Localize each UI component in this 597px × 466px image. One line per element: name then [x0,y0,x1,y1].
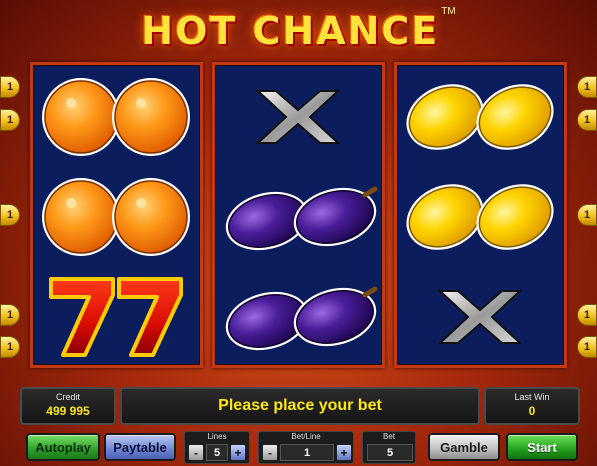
credit-value: 499 995 [46,404,90,418]
status-message: Please place your bet [218,397,382,414]
orange-icon [42,78,190,156]
reel-2-symbol-2 [215,165,382,265]
game-logo: HOT CHANCE TM [0,6,597,56]
bet-line-minus-button[interactable]: - [262,444,278,461]
reel-1-symbol-1 [33,65,200,165]
cross-icon [255,90,341,144]
reel-1-symbol-3 [33,265,200,365]
orange-icon [42,178,190,256]
cross-icon [437,290,523,344]
payline-badge-right-1[interactable]: 1 [577,76,597,98]
seven-icon [41,273,192,359]
autoplay-button[interactable]: Autoplay [26,433,100,461]
credit-panel: Credit 499 995 [20,387,116,425]
last-win-value: 0 [528,404,536,418]
bet-display: Bet 5 [362,431,416,464]
bet-per-line-control: Bet/Line - 1 + [258,431,354,464]
lemon-icon [406,184,554,250]
payline-badge-right-2[interactable]: 1 [577,109,597,131]
payline-badge-right-5[interactable]: 1 [577,336,597,358]
reel-3-symbol-3 [397,265,564,365]
reel-1 [30,62,203,368]
last-win-label: Last Win [514,392,550,402]
payline-badge-left-1[interactable]: 1 [0,76,20,98]
trademark: TM [441,6,456,17]
reel-3-symbol-2 [397,165,564,265]
reel-2-symbol-1 [215,65,382,165]
lines-value: 5 [206,444,228,461]
lines-control: Lines - 5 + [184,431,250,464]
bet-line-plus-button[interactable]: + [336,444,352,461]
message-panel: Please place your bet [120,387,480,425]
last-win-panel: Last Win 0 [484,387,580,425]
gamble-button[interactable]: Gamble [428,433,500,461]
lines-minus-button[interactable]: - [188,444,204,461]
payline-badge-right-4[interactable]: 1 [577,304,597,326]
reel-3-symbol-1 [397,65,564,165]
plum-icon [225,286,378,351]
payline-badge-left-5[interactable]: 1 [0,336,20,358]
payline-badge-left-4[interactable]: 1 [0,304,20,326]
game-title: HOT CHANCE [141,9,440,53]
credit-label: Credit [55,392,80,402]
reel-3 [394,62,567,368]
bet-label: Bet [382,432,395,441]
lines-label: Lines [207,432,227,441]
reel-1-symbol-2 [33,165,200,265]
reel-2-symbol-3 [215,265,382,365]
payline-badge-right-3[interactable]: 1 [577,204,597,226]
paytable-button[interactable]: Paytable [104,433,176,461]
payline-badge-left-2[interactable]: 1 [0,109,20,131]
plum-icon [225,186,378,251]
bet-line-label: Bet/Line [291,432,321,441]
bet-value: 5 [367,444,413,461]
payline-badge-left-3[interactable]: 1 [0,204,20,226]
bet-line-value: 1 [280,444,334,461]
lines-plus-button[interactable]: + [230,444,246,461]
start-button[interactable]: Start [506,433,578,461]
lemon-icon [406,84,554,150]
reel-2 [212,62,385,368]
